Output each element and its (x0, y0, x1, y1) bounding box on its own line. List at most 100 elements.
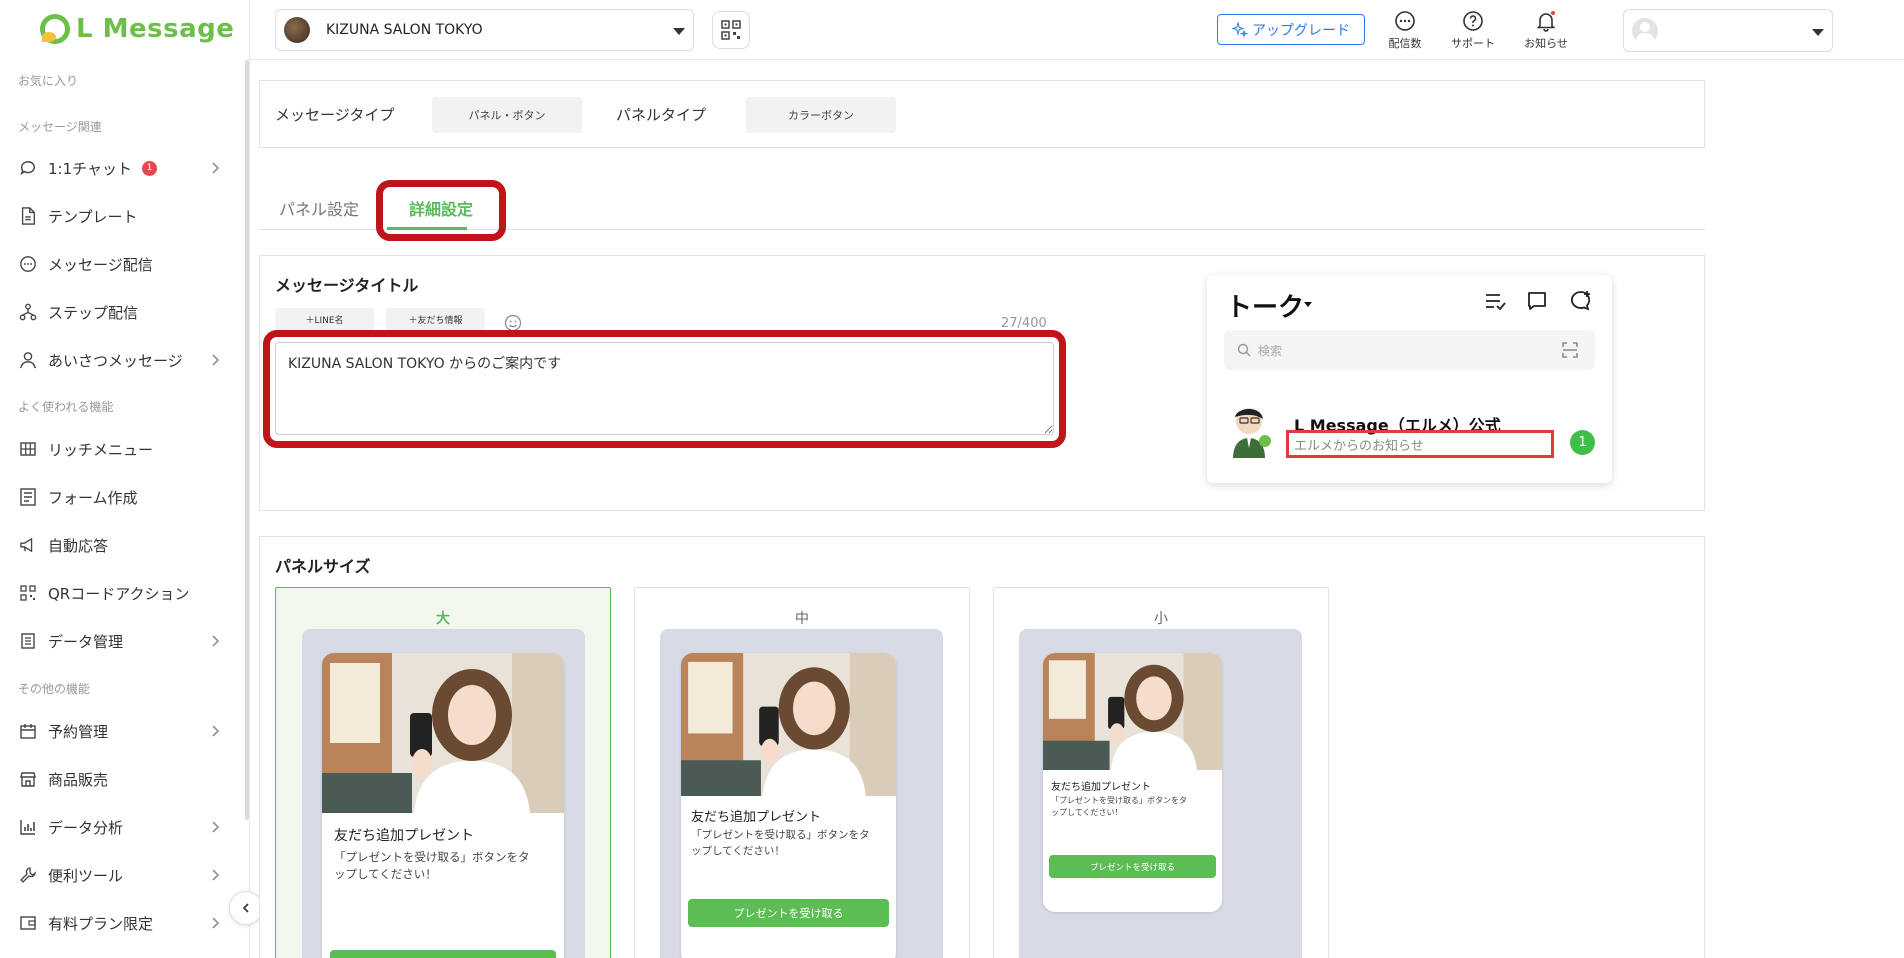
preview-background: 友だち追加プレゼント 「プレゼントを受け取る」ボタンをタ ップしてください！ プ… (302, 629, 585, 958)
chat-bubble-icon (18, 158, 38, 178)
scan-icon (1562, 342, 1578, 358)
qr-code-button[interactable] (712, 11, 750, 49)
sidebar-item-sales[interactable]: 商品販売 (18, 759, 223, 799)
sidebar-item-form[interactable]: フォーム作成 (18, 477, 223, 517)
talk-search: 検索 (1224, 330, 1595, 370)
calendar-icon (18, 721, 38, 741)
woman-with-phone-image (322, 653, 564, 813)
char-counter: 27/400 (1001, 316, 1047, 331)
sidebar-item-broadcast[interactable]: メッセージ配信 (18, 244, 223, 284)
chevron-right-icon (212, 917, 220, 929)
chevron-right-icon (212, 354, 220, 366)
sparkle-icon (1232, 21, 1248, 38)
upgrade-label: アップグレード (1252, 22, 1350, 39)
delivery-count-label: 配信数 (1388, 37, 1422, 50)
sidebar-item-label: 有料プラン限定 (48, 914, 154, 933)
chevron-right-icon (212, 725, 220, 737)
section-other: その他の機能 (18, 682, 91, 696)
panel-size-option-large[interactable]: 大 友だち追加プレゼント 「プレゼントを受け取る」ボタンをタ ップしてください！ (275, 587, 611, 958)
sidebar-item-greeting[interactable]: あいさつメッセージ (18, 340, 223, 380)
chevron-right-icon (212, 821, 220, 833)
delivery-count-button[interactable]: 配信数 (1375, 10, 1435, 51)
search-placeholder: 検索 (1258, 344, 1283, 358)
chat-square-icon (1528, 292, 1546, 310)
user-avatar (1632, 18, 1658, 44)
store-icon (18, 769, 38, 789)
sidebar-item-reservation[interactable]: 予約管理 (18, 711, 223, 751)
panel-card-desc-1: 「プレゼントを受け取る」ボタンをタ (1051, 796, 1187, 805)
sidebar-item-data[interactable]: データ管理 (18, 621, 223, 661)
logo[interactable]: L Message (40, 14, 234, 44)
megaphone-icon (18, 535, 38, 555)
panel-size-heading: パネルサイズ (275, 557, 371, 576)
user-menu[interactable] (1623, 9, 1833, 52)
panel-preview-card: 友だち追加プレゼント 「プレゼントを受け取る」ボタンをタ ップしてください！ プ… (322, 653, 564, 958)
sidebar-item-paid-plan[interactable]: 有料プラン限定 (18, 903, 223, 943)
sidebar-item-template[interactable]: テンプレート (18, 196, 223, 236)
database-icon (18, 631, 38, 651)
sidebar-item-auto-reply[interactable]: 自動応答 (18, 525, 223, 565)
panel-preview-card: 友だち追加プレゼント 「プレゼントを受け取る」ボタンをタ ップしてください！ プ… (681, 653, 896, 958)
sidebar-item-label: メッセージ配信 (48, 255, 153, 274)
sidebar-item-chat[interactable]: 1:1チャット 1 (18, 148, 223, 188)
sidebar-collapse-button[interactable] (229, 891, 263, 925)
message-type-value[interactable]: パネル・ボタン (432, 97, 582, 133)
sidebar-item-analytics[interactable]: データ分析 (18, 807, 223, 847)
panel-size-option-small[interactable]: 小 友だち追加プレゼント 「プレゼントを受け取る」ボタンをタ ップしてください！… (993, 587, 1329, 958)
insert-friend-info-button[interactable]: ＋友だち情報 (386, 308, 485, 330)
chevron-right-icon (212, 869, 220, 881)
sidebar-item-label: QRコードアクション (48, 584, 190, 603)
question-icon (1463, 11, 1483, 31)
sidebar-item-qr-action[interactable]: QRコードアクション (18, 573, 223, 613)
upgrade-button[interactable]: アップグレード (1217, 14, 1365, 45)
panel-card-title: 友だち追加プレゼント (1051, 782, 1151, 793)
panel-card-desc-1: 「プレゼントを受け取る」ボタンをタ (334, 850, 530, 864)
message-title-heading: メッセージタイトル (275, 276, 419, 295)
woman-with-phone-image (681, 653, 896, 796)
account-selector[interactable]: KIZUNA SALON TOKYO (275, 9, 694, 51)
qr-icon (18, 583, 38, 603)
size-label: 中 (795, 611, 809, 627)
panel-card-button: プレゼントを受け取る (1049, 855, 1216, 878)
official-account-avatar (1233, 408, 1271, 458)
account-name: KIZUNA SALON TOKYO (326, 22, 483, 38)
sidebar-item-label: ステップ配信 (48, 303, 139, 322)
sidebar: L Message お気に入り メッセージ関連 1:1チャット 1 テンプレート… (0, 0, 250, 958)
support-button[interactable]: サポート (1443, 10, 1503, 51)
tab-highlight-box (376, 180, 506, 241)
size-label: 大 (436, 611, 450, 627)
panel-card-desc-2: ップしてください！ (691, 845, 785, 857)
document-icon (18, 206, 38, 226)
logo-text: L Message (76, 14, 235, 44)
panel-type-label: パネルタイプ (616, 106, 707, 124)
size-label: 小 (1154, 611, 1168, 627)
bar-chart-icon (18, 817, 38, 837)
bell-icon (1536, 11, 1556, 32)
sidebar-item-label: データ分析 (48, 818, 124, 837)
insert-line-name-button[interactable]: ＋LINE名 (275, 308, 374, 330)
sidebar-item-label: 商品販売 (48, 770, 109, 789)
user-icon (18, 350, 38, 370)
sidebar-scrollbar[interactable] (245, 60, 249, 820)
tab-panel-settings[interactable]: パネル設定 (279, 196, 359, 220)
wallet-icon (18, 913, 38, 933)
chevron-left-icon (242, 903, 249, 913)
panel-card-button: プレゼントを受け取る (330, 950, 556, 958)
caret-down-icon (1304, 302, 1312, 307)
sidebar-item-label: 1:1チャット (48, 159, 132, 178)
panel-size-option-medium[interactable]: 中 友だち追加プレゼント 「プレゼントを受け取る」ボタンをタ ップしてください！… (634, 587, 970, 958)
flow-icon (18, 302, 38, 322)
message-type-card: メッセージタイプ パネル・ボタン パネルタイプ カラーボタン (259, 80, 1705, 148)
notifications-button[interactable]: お知らせ (1516, 10, 1576, 51)
sidebar-item-tools[interactable]: 便利ツール (18, 855, 223, 895)
chat-preview-message: エルメからのお知らせ (1294, 439, 1424, 454)
preview-background: 友だち追加プレゼント 「プレゼントを受け取る」ボタンをタ ップしてください！ プ… (660, 629, 943, 958)
account-avatar (284, 17, 310, 43)
message-icon (18, 254, 38, 274)
sidebar-item-rich-menu[interactable]: リッチメニュー (18, 429, 223, 469)
chevron-right-icon (212, 635, 220, 647)
panel-type-value[interactable]: カラーボタン (746, 97, 896, 133)
new-chat-icon (1570, 291, 1591, 311)
sidebar-item-step[interactable]: ステップ配信 (18, 292, 223, 332)
panel-size-card: パネルサイズ 大 友だち追加プレゼント 「プレゼントを受け取る」ボタンをタ ップ… (259, 536, 1705, 958)
